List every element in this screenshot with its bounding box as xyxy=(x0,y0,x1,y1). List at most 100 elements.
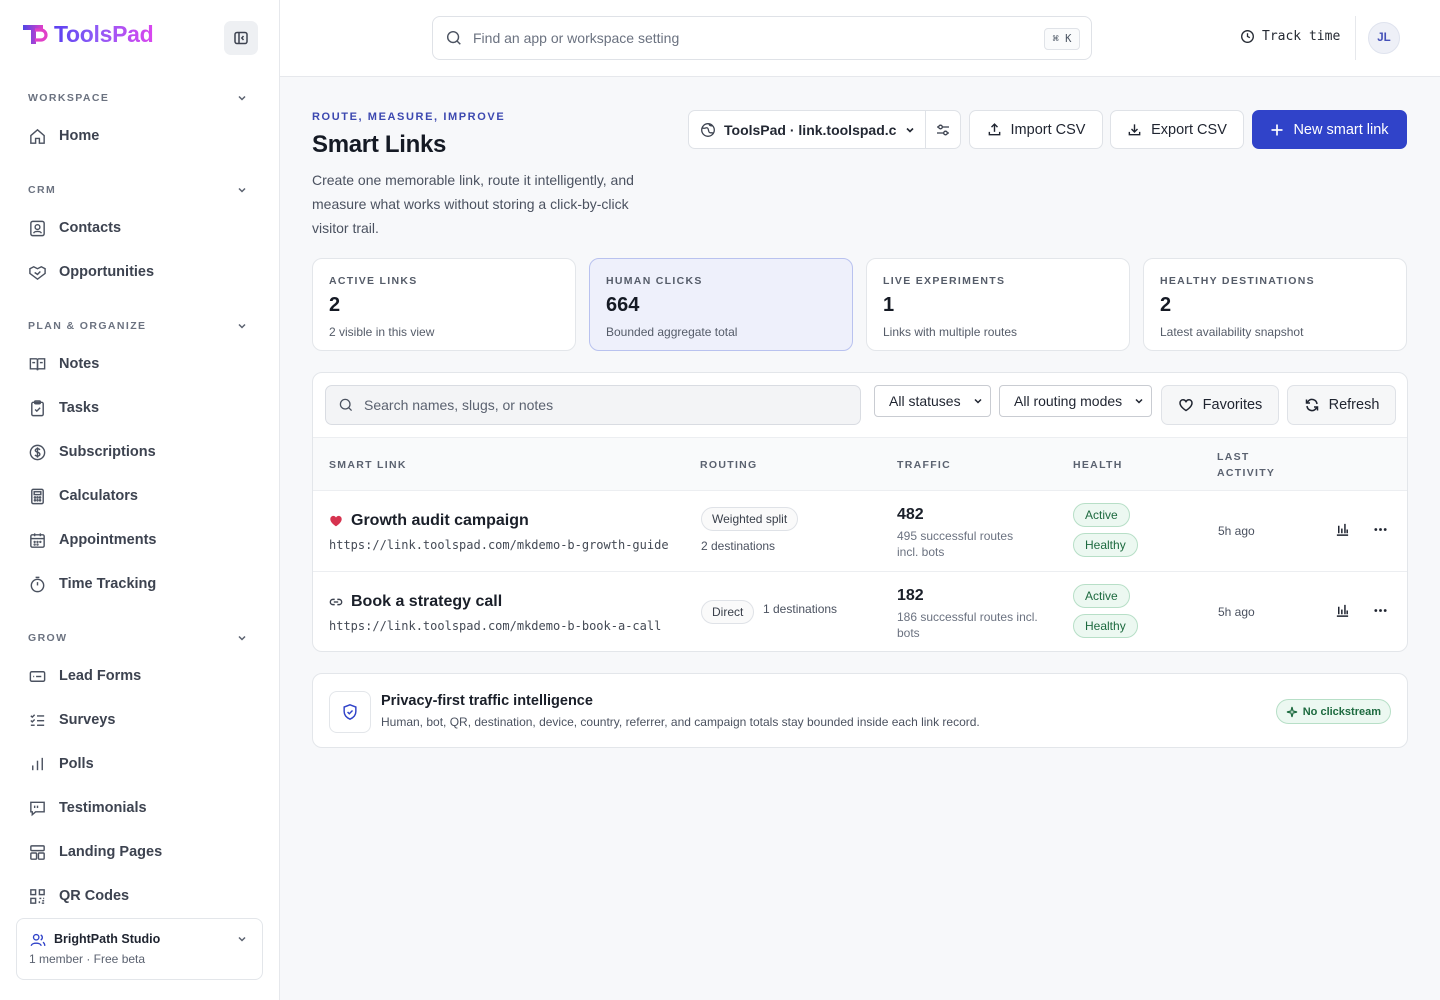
sidebar-collapse-icon xyxy=(234,31,248,45)
refresh-button[interactable]: Refresh xyxy=(1287,385,1396,425)
domain-dropdown[interactable]: ToolsPad · link.toolspad.c xyxy=(689,111,926,148)
link-url[interactable]: https://link.toolspad.com/mkdemo-b-book-… xyxy=(329,619,661,633)
search-icon xyxy=(446,30,461,45)
sidebar-item-landing-pages[interactable]: Landing Pages xyxy=(28,840,258,864)
sidebar-item-label: Landing Pages xyxy=(59,844,163,860)
sidebar-item-subscriptions[interactable]: Subscriptions xyxy=(28,440,258,464)
analytics-button[interactable] xyxy=(1335,603,1350,623)
sidebar-item-contacts[interactable]: Contacts xyxy=(28,216,258,240)
stat-card-human-clicks[interactable]: HUMAN CLICKS 664 Bounded aggregate total xyxy=(589,258,853,351)
workspace-name: BrightPath Studio xyxy=(54,932,161,946)
sidebar-item-surveys[interactable]: Surveys xyxy=(28,708,258,732)
sidebar-item-label: Notes xyxy=(59,356,100,372)
calculator-icon xyxy=(31,488,44,504)
sidebar-item-tasks[interactable]: Tasks xyxy=(28,396,258,420)
import-csv-button[interactable]: Import CSV xyxy=(969,110,1103,149)
nav-section-crm[interactable]: CRM xyxy=(28,183,248,197)
sidebar-item-label: Tasks xyxy=(59,400,100,416)
nav-section-workspace[interactable]: WORKSPACE xyxy=(28,91,248,105)
domain-selector: ToolsPad · link.toolspad.c xyxy=(688,110,961,149)
health-text: Healthy xyxy=(1073,533,1138,557)
user-avatar[interactable]: JL xyxy=(1368,22,1400,54)
nav-section-title: GROW xyxy=(28,632,68,644)
last-activity: 5h ago xyxy=(1218,605,1255,619)
brand-logo[interactable]: ToolsPad xyxy=(20,20,154,48)
links-search-input[interactable]: Search names, slugs, or notes xyxy=(325,385,861,425)
link-name-text: Book a strategy call xyxy=(351,593,503,610)
stat-card-active-links: ACTIVE LINKS 2 2 visible in this view xyxy=(312,258,576,351)
link-name[interactable]: Book a strategy call xyxy=(329,593,502,611)
routing-filter-select[interactable]: All routing modes xyxy=(999,385,1152,417)
checklist-icon xyxy=(30,713,45,726)
sidebar-item-notes[interactable]: Notes xyxy=(28,352,258,376)
last-activity: 5h ago xyxy=(1218,524,1255,538)
sidebar-item-testimonials[interactable]: Testimonials xyxy=(28,796,258,820)
sidebar-item-polls[interactable]: Polls xyxy=(28,752,258,776)
new-smart-link-button[interactable]: New smart link xyxy=(1252,110,1407,149)
table-row[interactable]: Book a strategy call https://link.toolsp… xyxy=(313,572,1407,651)
sidebar-item-label: Lead Forms xyxy=(59,668,142,684)
chevron-down-icon xyxy=(974,398,982,404)
sidebar-item-opportunities[interactable]: Opportunities xyxy=(28,260,258,284)
more-actions-button[interactable] xyxy=(1373,522,1388,542)
heart-icon xyxy=(330,515,342,527)
sidebar-item-label: Testimonials xyxy=(59,800,147,816)
global-search-input[interactable]: Find an app or workspace setting ⌘ K xyxy=(432,16,1092,60)
page-title: Smart Links xyxy=(312,131,447,158)
column-header-last-activity[interactable]: LAST xyxy=(1217,449,1250,465)
nav-section-grow[interactable]: GROW xyxy=(28,631,248,645)
stat-label: HUMAN CLICKS xyxy=(606,275,703,287)
analytics-button[interactable] xyxy=(1335,522,1350,542)
search-placeholder: Search names, slugs, or notes xyxy=(364,397,554,413)
sidebar-item-lead-forms[interactable]: Lead Forms xyxy=(28,664,258,688)
domain-settings-button[interactable] xyxy=(926,122,960,138)
sidebar-item-home[interactable]: Home xyxy=(28,124,258,148)
stat-caption: Bounded aggregate total xyxy=(606,325,738,339)
favorites-button[interactable]: Favorites xyxy=(1161,385,1279,425)
favorites-label: Favorites xyxy=(1202,397,1263,413)
sidebar-item-calculators[interactable]: Calculators xyxy=(28,484,258,508)
table-row[interactable]: Growth audit campaign https://link.tools… xyxy=(313,491,1407,572)
page-eyebrow: ROUTE, MEASURE, IMPROVE xyxy=(312,111,506,123)
column-header-health[interactable]: HEALTH xyxy=(1073,457,1123,473)
sidebar: ToolsPad WORKSPACE Home CRM Contacts Opp… xyxy=(0,0,280,1000)
sidebar-item-label: Appointments xyxy=(59,532,157,548)
link-icon xyxy=(329,598,343,606)
column-header-smart-link[interactable]: SMART LINK xyxy=(329,457,407,473)
bar-chart-icon xyxy=(32,757,43,770)
track-time-button[interactable]: Track time xyxy=(1240,29,1340,44)
domain-label: ToolsPad · link.toolspad.c xyxy=(724,121,896,138)
status-filter-value: All statuses xyxy=(889,393,961,409)
smart-links-panel: Search names, slugs, or notes All status… xyxy=(312,372,1408,652)
chevron-down-icon xyxy=(238,95,246,101)
sidebar-item-qr-codes[interactable]: QR Codes xyxy=(28,884,258,908)
more-actions-button[interactable] xyxy=(1373,603,1388,623)
workspace-switcher[interactable]: BrightPath Studio 1 member · Free beta xyxy=(16,918,263,980)
health-badge: Healthy xyxy=(1073,533,1138,557)
status-badge: Active xyxy=(1073,503,1130,527)
nav-section-plan-organize[interactable]: PLAN & ORGANIZE xyxy=(28,319,248,333)
column-header-traffic[interactable]: TRAFFIC xyxy=(897,457,951,473)
more-horizontal-icon xyxy=(1374,528,1387,531)
link-name[interactable]: Growth audit campaign xyxy=(329,512,529,530)
stat-caption: 2 visible in this view xyxy=(329,325,435,339)
topbar: Find an app or workspace setting ⌘ K Tra… xyxy=(280,0,1440,77)
privacy-title: Privacy-first traffic intelligence xyxy=(381,693,593,709)
sidebar-item-label: Subscriptions xyxy=(59,444,156,460)
export-csv-button[interactable]: Export CSV xyxy=(1110,110,1244,149)
link-url[interactable]: https://link.toolspad.com/mkdemo-b-growt… xyxy=(329,538,669,552)
sidebar-item-appointments[interactable]: Appointments xyxy=(28,528,258,552)
search-placeholder: Find an app or workspace setting xyxy=(473,30,680,46)
stat-value: 2 xyxy=(329,294,341,316)
divider xyxy=(1355,16,1356,60)
sidebar-item-time-tracking[interactable]: Time Tracking xyxy=(28,572,258,596)
column-header-routing[interactable]: ROUTING xyxy=(700,457,758,473)
chevron-down-icon xyxy=(1135,398,1143,404)
collapse-sidebar-button[interactable] xyxy=(224,21,258,55)
stat-label: ACTIVE LINKS xyxy=(329,275,418,287)
status-filter-select[interactable]: All statuses xyxy=(874,385,991,417)
link-name-text: Growth audit campaign xyxy=(351,512,529,529)
sidebar-item-label: Polls xyxy=(59,756,94,772)
refresh-label: Refresh xyxy=(1328,397,1380,413)
traffic-value: 482 xyxy=(897,506,924,523)
